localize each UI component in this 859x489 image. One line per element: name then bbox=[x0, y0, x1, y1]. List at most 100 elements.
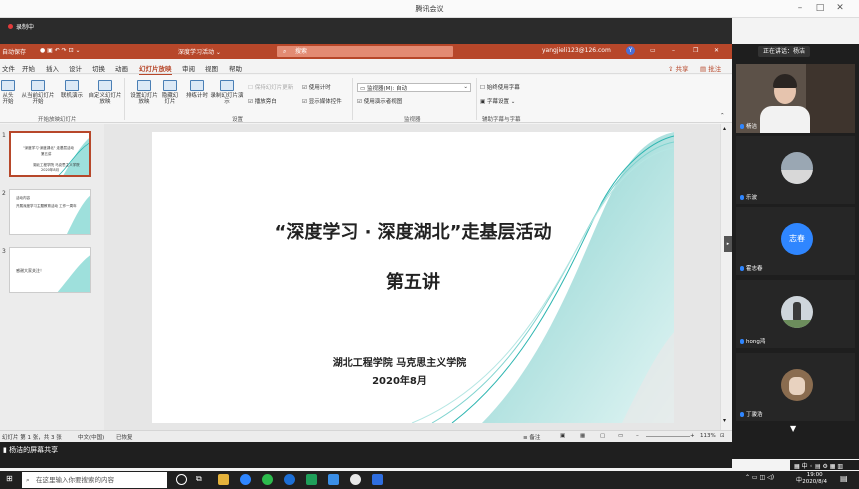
presenter-view-checkbox[interactable]: ☑ 使用演示者视图 bbox=[357, 97, 402, 105]
tab-transitions[interactable]: 切换 bbox=[92, 63, 105, 73]
close-icon[interactable]: ✕ bbox=[833, 3, 847, 13]
tencent-meeting-icon[interactable] bbox=[372, 474, 383, 485]
taskbar-ime[interactable]: 中 bbox=[796, 475, 802, 484]
tab-view[interactable]: 视图 bbox=[205, 63, 218, 73]
participant-tile-4[interactable]: hong鸿 bbox=[736, 280, 855, 348]
thumbnail-slide-1[interactable]: "深度学习·深度湖北" 走基层活动 第五讲 湖北工程学院 马克思主义学院 202… bbox=[9, 131, 91, 177]
collapse-ribbon-icon[interactable]: ⌃ bbox=[720, 113, 725, 119]
rehearse-timings-button[interactable]: 排练计时 bbox=[184, 80, 210, 99]
custom-slideshow-icon bbox=[98, 80, 112, 91]
ribbon-separator bbox=[124, 78, 125, 120]
always-captions-label: 始终使用字幕 bbox=[486, 85, 520, 91]
shirt bbox=[760, 106, 810, 133]
hide-slide-button[interactable]: 隐藏幻灯片 bbox=[160, 80, 180, 105]
tab-review[interactable]: 审阅 bbox=[182, 63, 195, 73]
avatar: 志春 bbox=[781, 223, 813, 255]
tab-animations[interactable]: 动画 bbox=[115, 63, 128, 73]
reading-view-icon[interactable]: ▢ bbox=[600, 433, 605, 439]
setup-slideshow-label: 设置幻灯片放映 bbox=[130, 93, 158, 105]
vertical-scrollbar[interactable]: ▴ ▾ bbox=[720, 124, 732, 430]
user-avatar[interactable]: Y bbox=[626, 46, 635, 55]
sorter-view-icon[interactable]: ▦ bbox=[580, 433, 585, 439]
tray-icons[interactable]: ⌃ ▭ ◫ ◁) bbox=[745, 474, 774, 481]
participant-tile-3[interactable]: 志春 霍志春 bbox=[736, 207, 855, 275]
share-button[interactable]: ⇪ 共享 bbox=[668, 63, 689, 73]
thumbnail-slide-3[interactable]: 感谢大家关注！ bbox=[9, 247, 91, 293]
tab-design[interactable]: 设计 bbox=[69, 63, 82, 73]
document-title[interactable]: 深度学习活动 ⌄ bbox=[178, 47, 221, 56]
ppt-close-icon[interactable]: ✕ bbox=[714, 47, 719, 54]
setup-slideshow-button[interactable]: 设置幻灯片放映 bbox=[128, 80, 160, 105]
cortana-icon[interactable] bbox=[176, 474, 187, 485]
screen-share-indicator: ▮ 杨洁的屏幕共享 bbox=[3, 445, 58, 455]
participant-video-1[interactable]: 杨洁 bbox=[736, 64, 855, 133]
ppt-restore-icon[interactable]: ❐ bbox=[693, 47, 698, 54]
scroll-down-icon[interactable]: ▾ bbox=[723, 417, 726, 424]
expand-list-icon[interactable]: ▼ bbox=[790, 424, 796, 433]
play-narration-label: 播放旁白 bbox=[254, 99, 277, 105]
show-media-checkbox[interactable]: ☑ 显示媒体控件 bbox=[302, 97, 342, 105]
normal-view-icon[interactable]: ▣ bbox=[560, 433, 565, 439]
thumbnail-slide-2[interactable]: 活动内容 开展深度学习主题教育活动 工作一周年 bbox=[9, 189, 91, 235]
ppt-minimize-icon[interactable]: – bbox=[672, 47, 675, 54]
panel-collapse-icon[interactable]: ▸ bbox=[724, 236, 732, 252]
app-icon[interactable] bbox=[240, 474, 251, 485]
from-current-button[interactable]: 从当前幻灯片开始 bbox=[20, 80, 56, 105]
use-timing-checkbox[interactable]: ☑ 使用计时 bbox=[302, 83, 331, 91]
windows-start-icon[interactable]: ⊞ bbox=[6, 474, 13, 483]
participant-tile-5[interactable]: 丁骏浩 bbox=[736, 353, 855, 421]
record-slideshow-button[interactable]: 录制幻灯片演示 bbox=[210, 80, 244, 105]
group-captions: 辅助字幕与字幕 bbox=[482, 117, 521, 123]
user-email[interactable]: yangjieli123@126.com bbox=[542, 47, 611, 54]
participant-name-label: 乐波 bbox=[746, 195, 758, 201]
participant-tile-2[interactable]: 乐波 bbox=[736, 136, 855, 204]
language-indicator[interactable]: 中文(中国) bbox=[78, 433, 104, 441]
fit-slide-icon[interactable]: ⊡ bbox=[720, 433, 725, 439]
record-dot-icon bbox=[8, 23, 13, 29]
clock-date: 2020/8/4 bbox=[802, 479, 827, 485]
chevron-down-icon: ⌄ bbox=[463, 84, 468, 90]
always-captions-checkbox[interactable]: ☐ 始终使用字幕 bbox=[480, 83, 520, 91]
monitor-select[interactable]: ▭ 监视器(M): 自动 ⌄ bbox=[357, 83, 471, 92]
custom-slideshow-button[interactable]: 自定义幻灯片放映 bbox=[88, 80, 122, 105]
ribbon-display-icon[interactable]: ▭ bbox=[650, 47, 656, 54]
current-slide[interactable]: “深度学习 · 深度湖北”走基层活动 第五讲 湖北工程学院 马克思主义学院 20… bbox=[152, 132, 674, 423]
tab-home[interactable]: 开始 bbox=[22, 63, 35, 73]
tab-insert[interactable]: 插入 bbox=[46, 63, 59, 73]
app-icon[interactable] bbox=[328, 474, 339, 485]
notes-button[interactable]: ≡ 备注 bbox=[523, 433, 540, 441]
zoom-in-icon[interactable]: + bbox=[690, 433, 695, 439]
minimize-icon[interactable]: – bbox=[793, 3, 807, 13]
quick-access-icons[interactable]: ● ▣ ↶ ↷ ⊡ ⌄ bbox=[40, 47, 81, 54]
zoom-slider[interactable] bbox=[646, 436, 690, 437]
search-icon: ⌕ bbox=[283, 48, 287, 55]
zoom-level[interactable]: 113% bbox=[700, 433, 716, 439]
task-view-icon[interactable]: ⧉ bbox=[196, 474, 207, 485]
maximize-icon[interactable]: □ bbox=[813, 3, 827, 13]
comments-button[interactable]: ▤ 批注 bbox=[700, 63, 721, 73]
taskbar-clock[interactable]: 19:00 2020/8/4 bbox=[802, 472, 827, 486]
spreadsheet-icon[interactable] bbox=[306, 474, 317, 485]
autosave-label[interactable]: 自动保存 bbox=[2, 47, 26, 56]
taskbar-search[interactable]: ⌕ 在这里输入你要搜索的内容 bbox=[22, 472, 167, 488]
present-online-button[interactable]: 联机演示 bbox=[58, 80, 86, 99]
ime-toolbar-icons[interactable]: ▦ 中 ◦ ▤ ⚙ ▦ ▥ bbox=[794, 461, 843, 470]
play-narration-checkbox[interactable]: ☑ 播放旁白 bbox=[248, 97, 277, 105]
ribbon: 从头开始 从当前幻灯片开始 联机演示 自定义幻灯片放映 开始放映幻灯片 设置幻灯… bbox=[0, 75, 732, 123]
slideshow-view-icon[interactable]: ▭ bbox=[618, 433, 623, 439]
tab-file[interactable]: 文件 bbox=[2, 63, 15, 73]
caption-settings-button[interactable]: ▣ 字幕设置 ⌄ bbox=[480, 97, 515, 105]
edge-icon[interactable] bbox=[284, 474, 295, 485]
notification-icon[interactable]: ▤ bbox=[840, 474, 848, 483]
file-explorer-icon[interactable] bbox=[218, 474, 229, 485]
ribbon-separator bbox=[352, 78, 353, 120]
rehearse-timings-icon bbox=[190, 80, 204, 91]
app-icon[interactable] bbox=[350, 474, 361, 485]
recording-badge[interactable]: 录制中 bbox=[4, 21, 38, 31]
search-input[interactable]: ⌕ 搜索 bbox=[277, 46, 453, 57]
tab-help[interactable]: 帮助 bbox=[229, 63, 242, 73]
scroll-up-icon[interactable]: ▴ bbox=[723, 125, 726, 132]
zoom-out-icon[interactable]: – bbox=[636, 433, 639, 439]
wechat-icon[interactable] bbox=[262, 474, 273, 485]
from-beginning-button[interactable]: 从头开始 bbox=[0, 80, 16, 105]
